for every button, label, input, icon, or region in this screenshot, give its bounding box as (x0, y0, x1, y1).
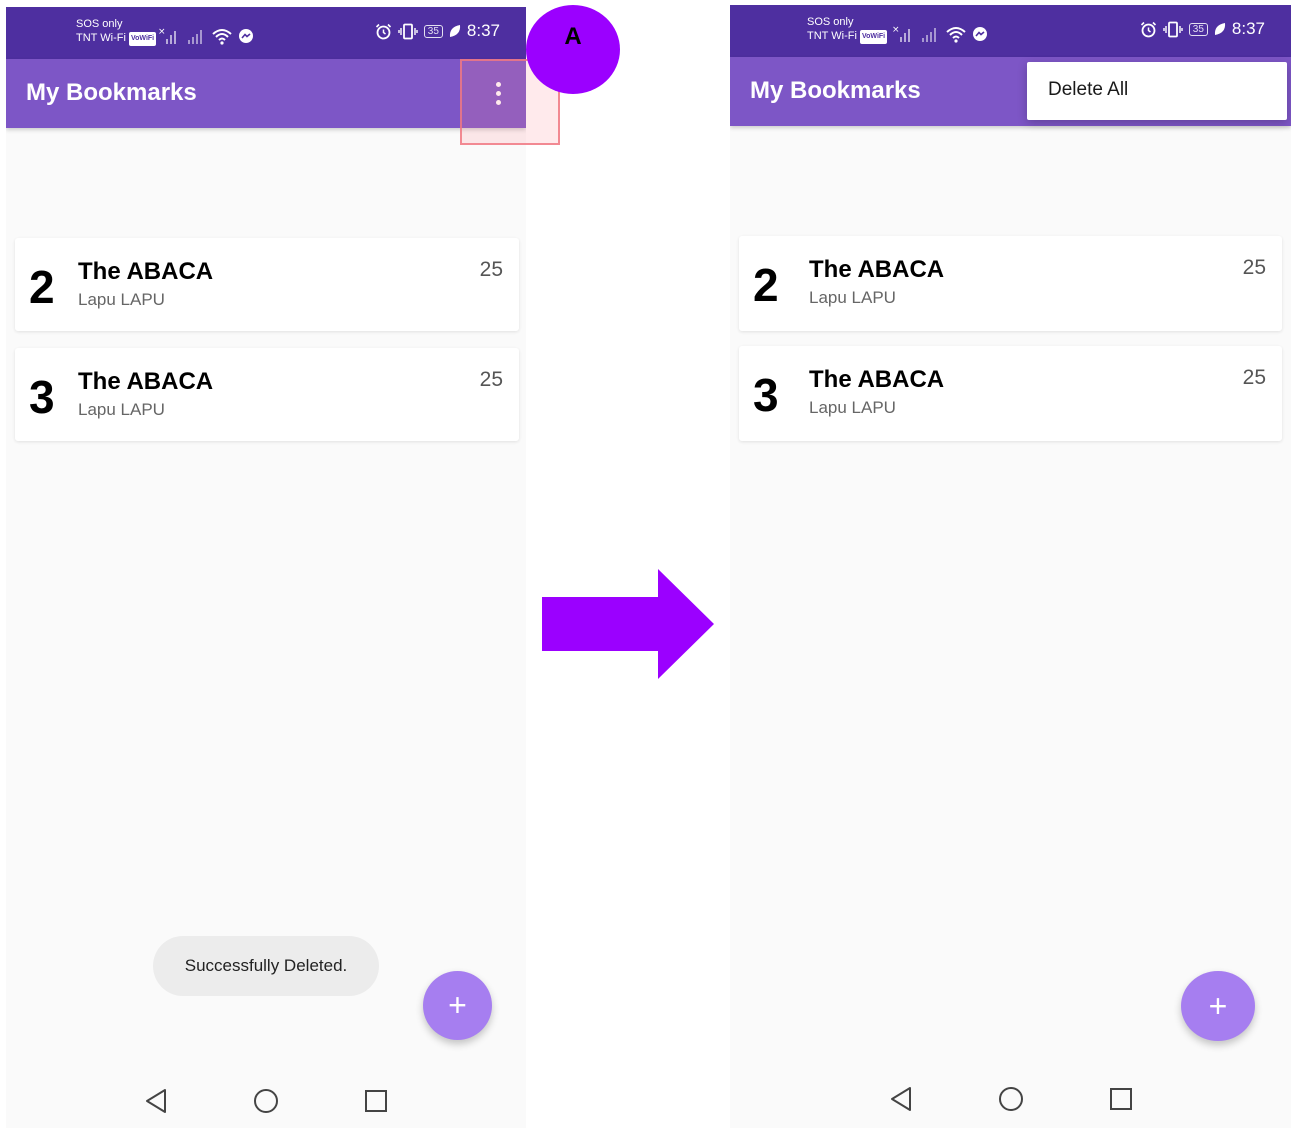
toast-message: Successfully Deleted. (153, 936, 379, 996)
carrier-line-2: TNT Wi-Fi (76, 32, 126, 44)
recents-icon[interactable] (356, 1081, 396, 1121)
bookmark-card[interactable]: 2 The ABACA Lapu LAPU 25 (15, 238, 519, 331)
vibrate-icon (398, 23, 418, 39)
back-icon[interactable] (136, 1081, 176, 1121)
wifi-icon (212, 29, 232, 45)
bookmark-title: The ABACA (809, 366, 945, 393)
status-bar: SOS only TNT Wi-Fi VoWiFi × 35 8:37 (6, 7, 526, 59)
bookmark-card[interactable]: 2 The ABACA Lapu LAPU 25 (739, 236, 1282, 331)
bookmark-subtitle: Lapu LAPU (809, 398, 896, 417)
page-title: My Bookmarks (750, 77, 921, 104)
messenger-icon (973, 27, 987, 41)
bookmark-title: The ABACA (809, 256, 945, 283)
status-bar: SOS only TNT Wi-Fi VoWiFi × 35 8:37 (730, 5, 1291, 57)
transition-arrow-icon (542, 569, 714, 679)
bookmark-title: The ABACA (78, 368, 214, 395)
vibrate-icon (1163, 21, 1183, 37)
svg-text:×: × (892, 25, 900, 35)
carrier-line-1: SOS only (807, 16, 854, 28)
navigation-bar (730, 1070, 1291, 1128)
signal-icon (922, 28, 936, 42)
bookmark-subtitle: Lapu LAPU (78, 400, 165, 419)
screen-after: SOS only TNT Wi-Fi VoWiFi × 35 8:37 My B… (730, 5, 1291, 1128)
signal-x-icon: × (892, 25, 910, 42)
vowifi-badge: VoWiFi (859, 30, 888, 44)
wifi-icon (946, 27, 966, 43)
bookmark-card[interactable]: 3 The ABACA Lapu LAPU 25 (739, 346, 1282, 441)
home-icon[interactable] (246, 1081, 286, 1121)
bookmark-number: 3 (29, 371, 55, 423)
step-marker-label: A (564, 23, 582, 50)
bookmark-count: 25 (479, 258, 503, 281)
home-icon[interactable] (991, 1079, 1031, 1119)
app-bar: My Bookmarks (6, 59, 526, 128)
battery-icon: 35 (423, 24, 443, 38)
alarm-icon (1140, 21, 1156, 37)
alarm-icon (375, 23, 391, 39)
battery-icon: 35 (1188, 22, 1208, 36)
leaf-icon (1214, 23, 1225, 35)
carrier-line-2: TNT Wi-Fi (807, 30, 857, 42)
signal-x-icon: × (158, 27, 176, 44)
vowifi-badge: VoWiFi (128, 32, 157, 46)
svg-text:×: × (158, 27, 166, 37)
leaf-icon (449, 25, 460, 37)
menu-item-delete-all[interactable]: Delete All (1048, 79, 1128, 101)
recents-icon[interactable] (1101, 1079, 1141, 1119)
messenger-icon (239, 29, 253, 43)
navigation-bar (6, 1074, 526, 1128)
bookmark-number: 2 (29, 261, 55, 313)
bookmark-count: 25 (479, 368, 503, 391)
carrier-line-1: SOS only (76, 18, 123, 30)
bookmark-subtitle: Lapu LAPU (78, 290, 165, 309)
add-bookmark-button[interactable]: + (423, 971, 492, 1040)
signal-icon (188, 30, 202, 44)
bookmark-number: 2 (753, 259, 779, 311)
bookmark-number: 3 (753, 369, 779, 421)
status-time: 8:37 (1231, 19, 1265, 38)
page-title: My Bookmarks (26, 79, 197, 106)
step-marker: A (526, 5, 620, 94)
overflow-menu: Delete All (1027, 62, 1287, 120)
screen-before: SOS only TNT Wi-Fi VoWiFi × 35 8:37 My B… (6, 7, 526, 1128)
add-bookmark-button[interactable]: + (1181, 971, 1255, 1041)
bookmark-title: The ABACA (78, 258, 214, 285)
status-time: 8:37 (466, 21, 500, 40)
bookmark-count: 25 (1242, 366, 1266, 389)
bookmark-subtitle: Lapu LAPU (809, 288, 896, 307)
bookmark-card[interactable]: 3 The ABACA Lapu LAPU 25 (15, 348, 519, 441)
back-icon[interactable] (881, 1079, 921, 1119)
bookmark-count: 25 (1242, 256, 1266, 279)
